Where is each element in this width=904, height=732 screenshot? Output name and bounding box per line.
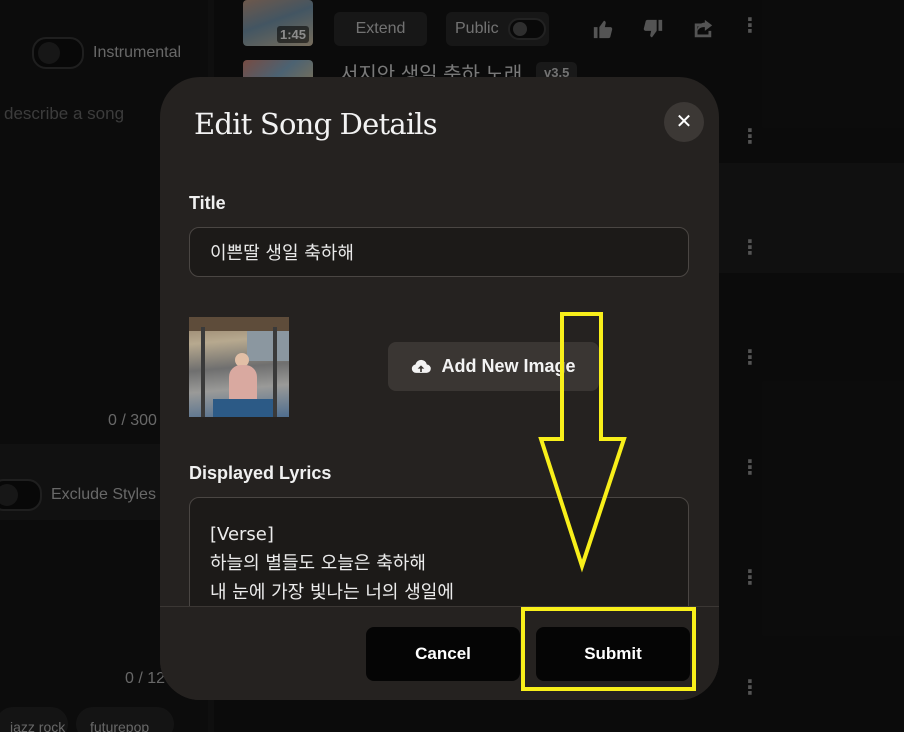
cover-image: [189, 317, 289, 417]
lyrics-line: [Verse]: [210, 524, 274, 545]
modal-title: Edit Song Details: [194, 107, 438, 141]
close-button[interactable]: ✕: [664, 102, 704, 142]
cloud-upload-icon: [412, 359, 432, 373]
cancel-button[interactable]: Cancel: [366, 627, 520, 681]
close-icon: ✕: [675, 111, 693, 133]
lyrics-line: 내 눈에 가장 빛나는 너의 생일에: [210, 582, 454, 603]
lyrics-label: Displayed Lyrics: [189, 463, 332, 483]
title-label: Title: [189, 193, 226, 213]
add-new-image-label: Add New Image: [441, 356, 576, 376]
title-input[interactable]: [189, 227, 689, 277]
add-new-image-button[interactable]: Add New Image: [388, 342, 599, 391]
submit-highlight-box: [521, 607, 696, 691]
lyrics-line: 하늘의 별들도 오늘은 축하해: [210, 553, 426, 574]
